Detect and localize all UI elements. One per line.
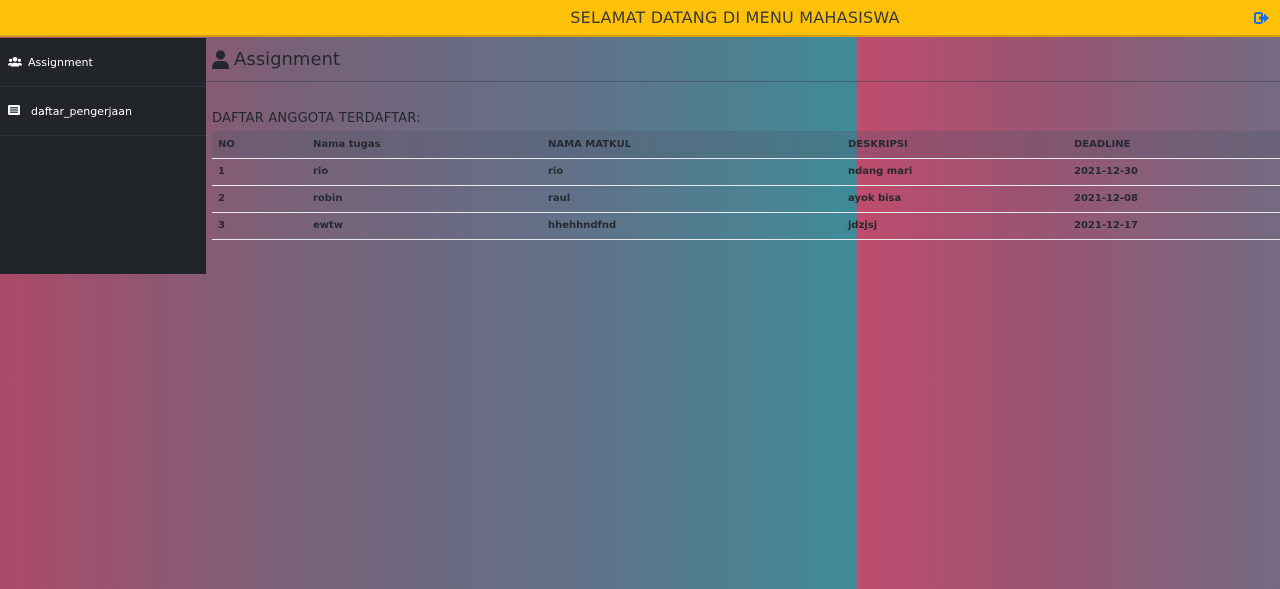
users-icon (8, 56, 22, 68)
column-header-no: NO (212, 131, 307, 159)
cell-deskripsi: jdzjsj (842, 212, 1068, 240)
cell-nama-matkul: rio (542, 158, 842, 186)
assignment-table: NO Nama tugas NAMA MATKUL DESKRIPSI DEAD… (212, 131, 1280, 240)
sidebar: Assignment daftar_pengerjaan (0, 38, 206, 274)
sidebar-item-daftar-pengerjaan[interactable]: daftar_pengerjaan (0, 87, 206, 136)
user-icon (212, 50, 229, 69)
cell-no: 3 (212, 212, 307, 240)
cell-deadline: 2021-12-17 (1068, 212, 1280, 240)
table-row: 2 robin raul ayok bisa 2021-12-08 (212, 185, 1280, 213)
cell-no: 1 (212, 158, 307, 186)
column-header-deadline: DEADLINE (1068, 131, 1280, 159)
column-header-deskripsi: DESKRIPSI (842, 131, 1068, 159)
table-row: 1 rio rio ndang mari 2021-12-30 (212, 158, 1280, 186)
cell-nama-tugas: rio (307, 158, 542, 186)
list-icon (8, 105, 22, 117)
sign-out-icon[interactable] (1254, 10, 1270, 24)
sidebar-item-label: Assignment (28, 55, 93, 69)
main-content: Assignment DAFTAR ANGGOTA TERDAFTAR: NO … (206, 38, 1280, 240)
table-header-row: NO Nama tugas NAMA MATKUL DESKRIPSI DEAD… (212, 131, 1280, 159)
cell-deadline: 2021-12-08 (1068, 185, 1280, 213)
page-welcome-title: SELAMAT DATANG DI MENU MAHASISWA (570, 8, 900, 27)
sidebar-item-label: daftar_pengerjaan (31, 104, 132, 118)
cell-deskripsi: ndang mari (842, 158, 1068, 186)
column-header-nama-matkul: NAMA MATKUL (542, 131, 842, 159)
page-title: Assignment (234, 49, 340, 70)
cell-nama-tugas: robin (307, 185, 542, 213)
cell-nama-matkul: raul (542, 185, 842, 213)
cell-no: 2 (212, 185, 307, 213)
page-heading: Assignment (206, 38, 1280, 82)
top-header-bar: SELAMAT DATANG DI MENU MAHASISWA (0, 0, 1280, 37)
column-header-nama-tugas: Nama tugas (307, 131, 542, 159)
cell-deskripsi: ayok bisa (842, 185, 1068, 213)
cell-nama-tugas: ewtw (307, 212, 542, 240)
table-caption: DAFTAR ANGGOTA TERDAFTAR: (212, 111, 421, 126)
cell-nama-matkul: hhehhndfnd (542, 212, 842, 240)
sidebar-item-assignment[interactable]: Assignment (0, 38, 206, 87)
table-row: 3 ewtw hhehhndfnd jdzjsj 2021-12-17 (212, 212, 1280, 240)
cell-deadline: 2021-12-30 (1068, 158, 1280, 186)
